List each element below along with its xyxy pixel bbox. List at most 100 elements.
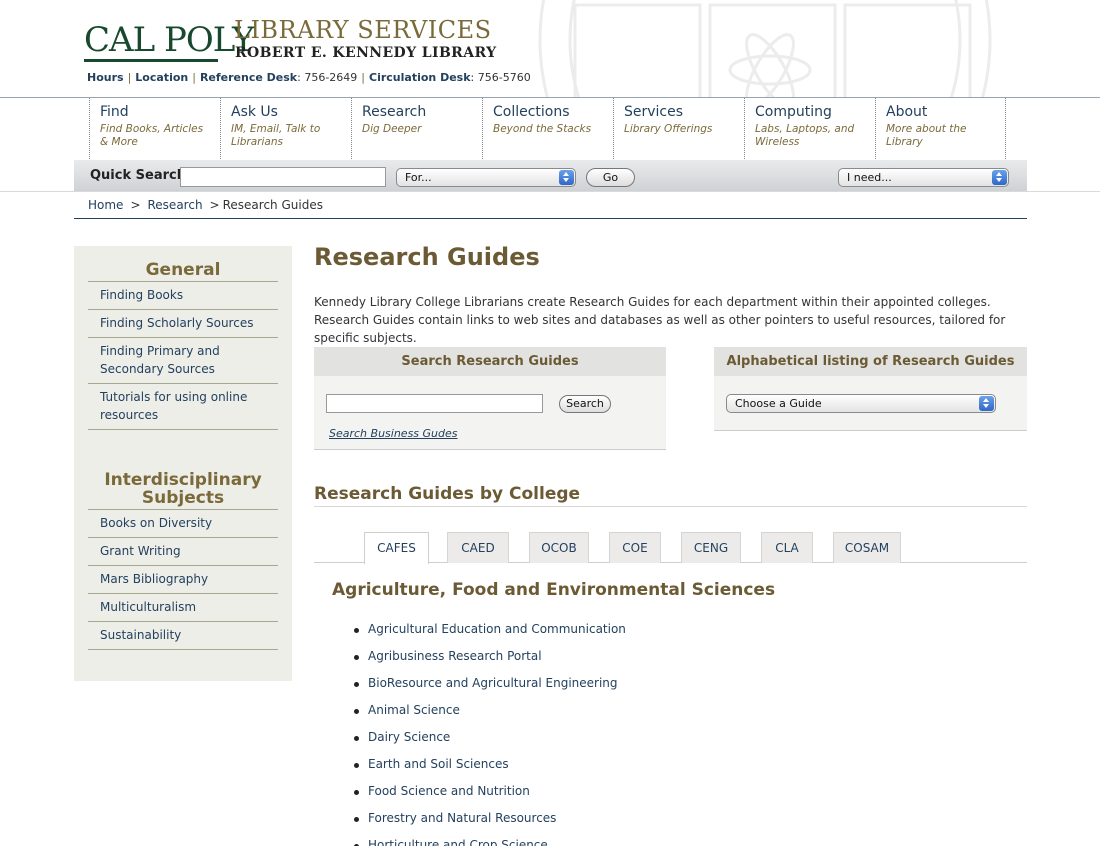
nav-item-ask-us[interactable]: Ask Us IM, Email, Talk to Librarians bbox=[220, 98, 351, 159]
i-need-select[interactable]: I need... bbox=[838, 168, 1009, 187]
sidebar-heading-general: General bbox=[145, 260, 221, 280]
main-navigation: Find Find Books, Articles & More Ask Us IM… bbox=[0, 97, 1100, 159]
guide-link[interactable]: Dairy Science bbox=[368, 730, 450, 744]
list-item: Agricultural Education and Communication bbox=[354, 616, 626, 643]
nav-item-services[interactable]: Services Library Offerings bbox=[613, 98, 744, 159]
select-value: Choose a Guide bbox=[735, 397, 822, 410]
tab-coe[interactable]: COE bbox=[609, 532, 661, 563]
guide-link[interactable]: Forestry and Natural Resources bbox=[368, 811, 556, 825]
nav-title: About bbox=[886, 104, 928, 120]
quick-search-input[interactable] bbox=[180, 167, 386, 187]
sidebar: General Finding Books Finding Scholarly … bbox=[74, 246, 292, 681]
sidebar-item: Books on Diversity bbox=[88, 510, 278, 538]
nav-title: Collections bbox=[493, 104, 570, 120]
list-item: Forestry and Natural Resources bbox=[354, 805, 626, 832]
interdisciplinary-links-list: Books on Diversity Grant Writing Mars Bi… bbox=[88, 509, 278, 650]
separator: | bbox=[361, 71, 366, 84]
guide-link[interactable]: Agricultural Education and Communication bbox=[368, 622, 626, 636]
nav-title: Find bbox=[100, 104, 129, 120]
nav-item-computing[interactable]: Computing Labs, Laptops, and Wireless bbox=[744, 98, 875, 159]
reference-desk-link[interactable]: Reference Desk bbox=[200, 71, 297, 84]
general-links-list: Finding Books Finding Scholarly Sources … bbox=[88, 281, 278, 430]
reference-phone: : 756-2649 bbox=[297, 71, 358, 84]
select-arrows-icon bbox=[992, 170, 1007, 185]
nav-subtitle: Find Books, Articles & More bbox=[100, 123, 204, 148]
books-on-diversity-link[interactable]: Books on Diversity bbox=[100, 516, 212, 530]
breadcrumb-separator: > bbox=[130, 198, 141, 212]
nav-item-find[interactable]: Find Find Books, Articles & More bbox=[89, 98, 220, 159]
page-title: Research Guides bbox=[314, 243, 540, 271]
finding-primary-secondary-link[interactable]: Finding Primary and Secondary Sources bbox=[100, 344, 220, 376]
guide-link[interactable]: Horticulture and Crop Science bbox=[368, 838, 548, 846]
list-item: Food Science and Nutrition bbox=[354, 778, 626, 805]
nav-title: Research bbox=[362, 104, 427, 120]
college-tabs: CAFES CAED OCOB COE CENG CLA COSAM bbox=[314, 532, 1027, 564]
university-seal-watermark bbox=[538, 0, 992, 97]
breadcrumb-research-link[interactable]: Research bbox=[148, 198, 203, 212]
breadcrumb: Home > Research > Research Guides bbox=[0, 191, 1100, 219]
sidebar-item: Finding Primary and Secondary Sources bbox=[88, 338, 278, 384]
search-business-guides-link[interactable]: Search Business Gudes bbox=[329, 427, 458, 440]
college-section-heading: Research Guides by College bbox=[314, 484, 581, 504]
nav-item-collections[interactable]: Collections Beyond the Stacks bbox=[482, 98, 613, 159]
list-item: Horticulture and Crop Science bbox=[354, 832, 626, 846]
location-link[interactable]: Location bbox=[135, 71, 188, 84]
tab-cafes[interactable]: CAFES bbox=[364, 532, 429, 564]
multiculturalism-link[interactable]: Multiculturalism bbox=[100, 600, 196, 614]
hours-link[interactable]: Hours bbox=[87, 71, 124, 84]
finding-books-link[interactable]: Finding Books bbox=[100, 288, 183, 302]
list-item: Dairy Science bbox=[354, 724, 626, 751]
tab-cosam[interactable]: COSAM bbox=[833, 532, 901, 563]
nav-item-about[interactable]: About More about the Library bbox=[875, 98, 1006, 159]
guide-search-button[interactable]: Search bbox=[559, 395, 611, 413]
choose-guide-select[interactable]: Choose a Guide bbox=[726, 394, 996, 413]
list-item: Agribusiness Research Portal bbox=[354, 643, 626, 670]
sidebar-item: Finding Scholarly Sources bbox=[88, 310, 278, 338]
mars-bibliography-link[interactable]: Mars Bibliography bbox=[100, 572, 208, 586]
sidebar-item: Mars Bibliography bbox=[88, 566, 278, 594]
tab-ceng[interactable]: CENG bbox=[681, 532, 741, 563]
select-value: For... bbox=[405, 171, 432, 184]
separator: | bbox=[192, 71, 196, 84]
nav-item-research[interactable]: Research Dig Deeper bbox=[351, 98, 482, 159]
tab-cla[interactable]: CLA bbox=[761, 532, 813, 563]
guide-link[interactable]: Agribusiness Research Portal bbox=[368, 649, 542, 663]
circulation-phone: : 756-5760 bbox=[470, 71, 531, 84]
guide-link[interactable]: Earth and Soil Sciences bbox=[368, 757, 509, 771]
library-services-title[interactable]: LIBRARY SERVICES bbox=[234, 16, 492, 44]
sidebar-item: Sustainability bbox=[88, 622, 278, 650]
grant-writing-link[interactable]: Grant Writing bbox=[100, 544, 181, 558]
finding-scholarly-sources-link[interactable]: Finding Scholarly Sources bbox=[100, 316, 253, 330]
circulation-desk-link[interactable]: Circulation Desk bbox=[369, 71, 471, 84]
breadcrumb-home-link[interactable]: Home bbox=[88, 198, 123, 212]
tutorials-link[interactable]: Tutorials for using online resources bbox=[100, 390, 247, 422]
search-scope-select[interactable]: For... bbox=[396, 168, 576, 187]
kennedy-library-subtitle: ROBERT E. KENNEDY LIBRARY bbox=[235, 45, 497, 61]
sustainability-link[interactable]: Sustainability bbox=[100, 628, 181, 642]
nav-subtitle: Library Offerings bbox=[624, 123, 713, 135]
nav-title: Ask Us bbox=[231, 104, 278, 120]
logo-underline bbox=[84, 59, 218, 62]
select-arrows-icon bbox=[979, 396, 994, 411]
guide-search-input[interactable] bbox=[326, 394, 543, 413]
go-button[interactable]: Go bbox=[586, 168, 635, 187]
nav-subtitle: Labs, Laptops, and Wireless bbox=[755, 123, 855, 148]
utility-links: Hours | Location | Reference Desk: 756-2649 |… bbox=[87, 71, 531, 84]
breadcrumb-current: Research Guides bbox=[222, 198, 323, 212]
guide-link[interactable]: Food Science and Nutrition bbox=[368, 784, 530, 798]
guide-link[interactable]: BioResource and Agricultural Engineering bbox=[368, 676, 618, 690]
panel-heading: Alphabetical listing of Research Guides bbox=[714, 347, 1027, 376]
breadcrumb-separator: > bbox=[209, 198, 220, 212]
guide-link[interactable]: Animal Science bbox=[368, 703, 460, 717]
tab-caed[interactable]: CAED bbox=[447, 532, 509, 563]
nav-subtitle: Beyond the Stacks bbox=[493, 123, 592, 135]
select-arrows-icon bbox=[559, 170, 574, 185]
tab-ocob[interactable]: OCOB bbox=[529, 532, 589, 563]
nav-subtitle: Dig Deeper bbox=[362, 123, 422, 135]
nav-title: Computing bbox=[755, 104, 832, 120]
calpoly-logo[interactable]: CAL POLY bbox=[84, 20, 255, 60]
divider bbox=[314, 506, 1027, 507]
site-header: CAL POLY LIBRARY SERVICES ROBERT E. KENN… bbox=[0, 0, 1100, 97]
list-item: BioResource and Agricultural Engineering bbox=[354, 670, 626, 697]
list-item: Animal Science bbox=[354, 697, 626, 724]
